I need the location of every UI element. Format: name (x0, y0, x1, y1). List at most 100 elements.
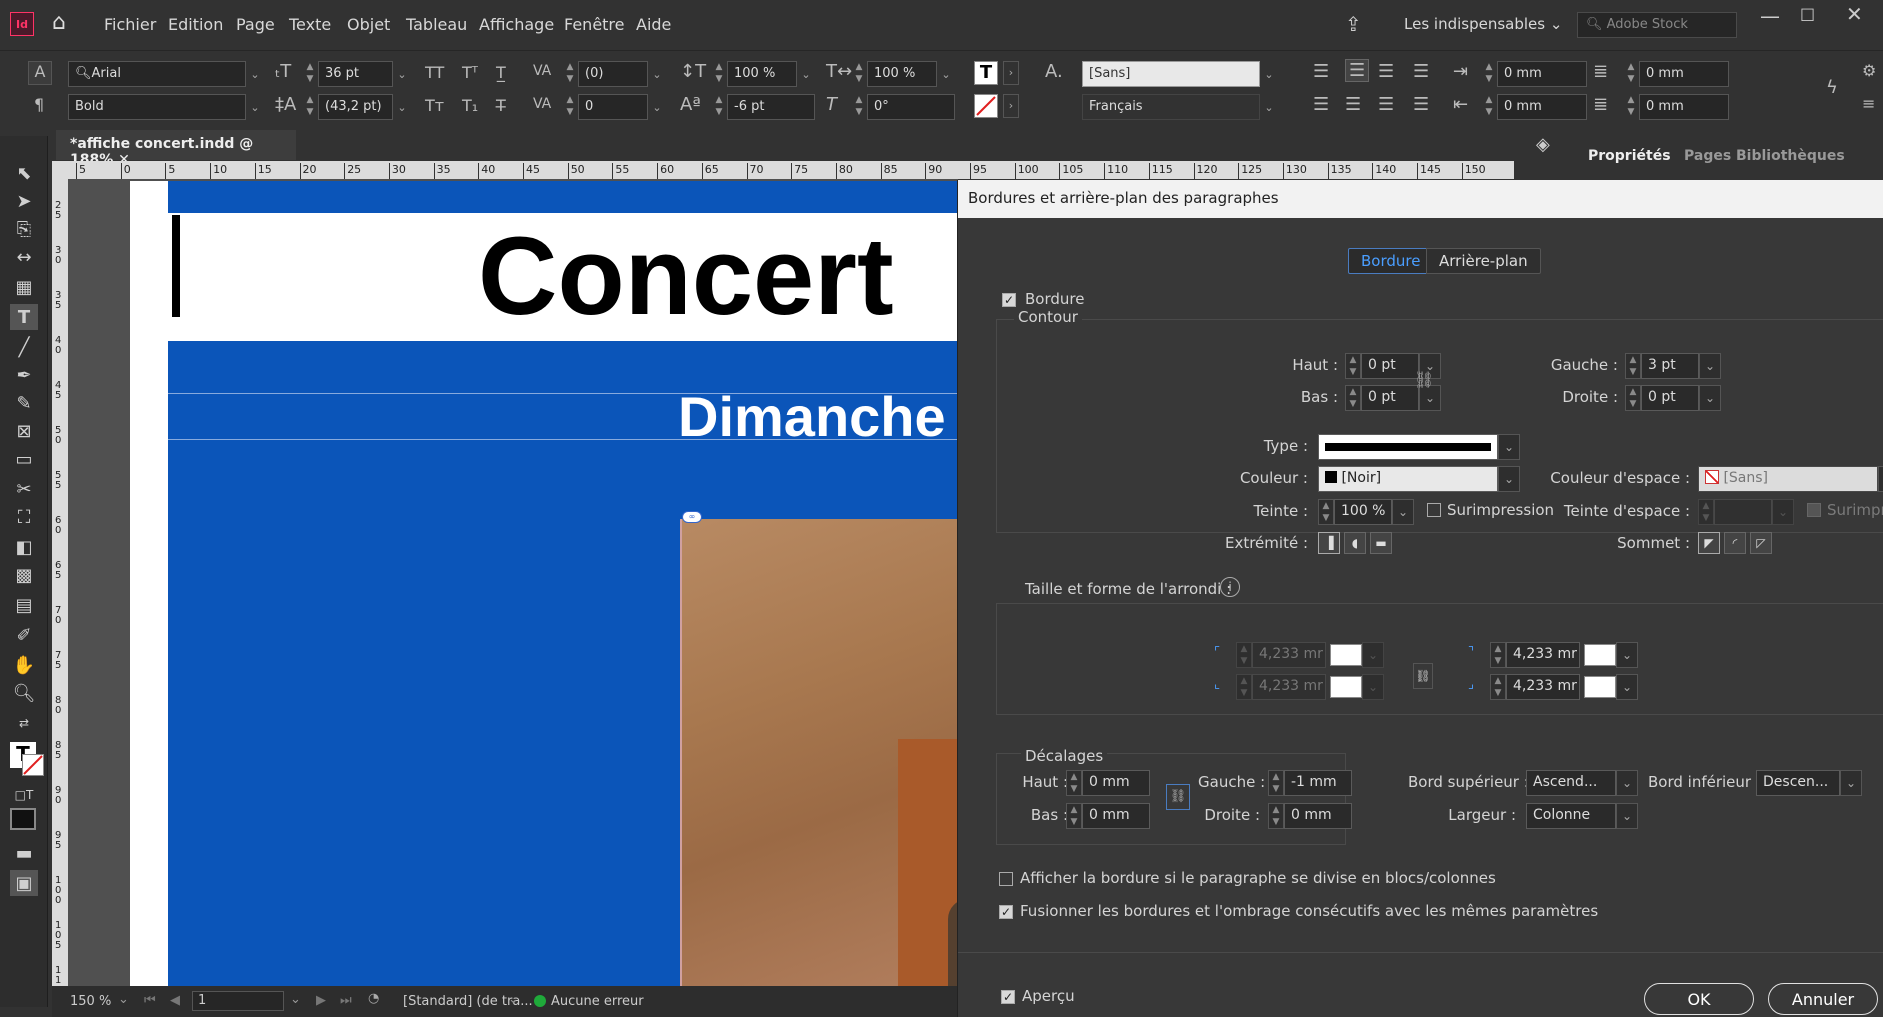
kerning-spinner[interactable]: ▲ ▼ (563, 61, 577, 87)
all-caps-icon[interactable]: TT (425, 63, 444, 82)
corner-tr-spinner[interactable]: ▲ ▼ (1490, 642, 1506, 668)
page-style-dropdown-icon[interactable]: ⌄ (508, 992, 519, 1007)
info-icon[interactable]: i (1220, 577, 1240, 597)
corner-tr-field[interactable]: 4,233 mr (1506, 642, 1580, 668)
round-cap-icon[interactable]: ◖ (1344, 532, 1366, 554)
para-format-icon[interactable]: ¶ (34, 95, 44, 114)
underline-icon[interactable]: T̲ (496, 63, 506, 82)
corner-tr-shape[interactable] (1584, 644, 1616, 666)
font-family-dropdown[interactable]: ⌄ (246, 61, 264, 87)
couleur-field[interactable]: [Noir] (1318, 466, 1498, 492)
corner-bl-spinner[interactable]: ▲ ▼ (1236, 674, 1252, 700)
baseline-field[interactable]: -6 pt (727, 94, 815, 120)
teinte-espace-field[interactable] (1714, 499, 1772, 525)
eyedropper-tool-icon[interactable]: ✐ (10, 622, 38, 648)
panel-menu-icon[interactable]: ≡ (1862, 94, 1875, 113)
corner-bl-field[interactable]: 4,233 mr (1252, 674, 1326, 700)
preflight-errors[interactable]: Aucune erreur (551, 994, 644, 1009)
leading-field[interactable]: (43,2 pt) (318, 94, 393, 120)
strikethrough-icon[interactable]: T̶ (496, 96, 506, 115)
bas-field[interactable]: 0 pt (1361, 385, 1419, 411)
first-line-spinner[interactable]: ▲ ▼ (1482, 94, 1496, 120)
gradient-feather-tool-icon[interactable]: ▩ (10, 562, 38, 588)
tracking-field[interactable]: 0 (578, 94, 648, 120)
vscale-dropdown[interactable]: ⌄ (937, 61, 955, 87)
poster-title[interactable]: Concert (478, 215, 894, 339)
selection-tool-icon[interactable]: ⬉ (10, 160, 38, 186)
direct-selection-tool-icon[interactable]: ➤ (10, 188, 38, 214)
hand-tool-icon[interactable]: ✋ (10, 652, 38, 678)
justify-left-icon[interactable]: ☰ (1313, 94, 1329, 115)
close-window-icon[interactable]: ✕ (1846, 2, 1878, 32)
align-towards-spine-icon[interactable]: ☰ (1413, 61, 1429, 82)
round-join-icon[interactable]: ◜ (1724, 532, 1746, 554)
apply-color-icon[interactable] (10, 808, 36, 830)
bas-spinner[interactable]: ▲ ▼ (1345, 385, 1361, 411)
dec-gauche-spinner[interactable]: ▲ ▼ (1268, 770, 1284, 796)
first-page-icon[interactable]: ⏮ (144, 993, 156, 1008)
dec-bas-field[interactable]: 0 mm (1082, 803, 1150, 829)
bord-inferieur-field[interactable]: Descen... (1756, 770, 1840, 796)
swap-fill-stroke-icon[interactable]: ⇄ (10, 710, 38, 736)
menu-texte[interactable]: Texte (289, 15, 331, 34)
last-line-field[interactable]: 0 mm (1639, 94, 1729, 120)
menu-fenetre[interactable]: Fenêtre (564, 15, 625, 34)
document-canvas[interactable]: Concert Dimanche ∞ (68, 179, 958, 986)
vertical-ruler[interactable]: 2 5 3 0 3 5 4 0 4 5 5 0 5 5 6 0 6 5 7 0 7 5 8 0 8 5 9… (52, 179, 68, 986)
layers-icon[interactable]: ◈ (1536, 134, 1550, 155)
char-format-icon[interactable]: A (28, 61, 52, 85)
bord-superieur-dropdown[interactable]: ⌄ (1616, 770, 1638, 796)
bordure-checkbox[interactable]: ✓ (1002, 293, 1016, 307)
menu-fichier[interactable]: Fichier (104, 15, 156, 34)
line-tool-icon[interactable]: ╱ (10, 334, 38, 360)
hscale-field[interactable]: 100 % (727, 61, 797, 87)
largeur-dropdown[interactable]: ⌄ (1616, 803, 1638, 829)
baseline-spinner[interactable]: ▲ ▼ (712, 94, 726, 120)
preflight-icon[interactable]: ◔ (368, 991, 379, 1006)
tracking-dropdown[interactable]: ⌄ (648, 94, 666, 120)
fill-color-icon[interactable]: T (974, 61, 998, 85)
justify-right-icon[interactable]: ☰ (1378, 94, 1394, 115)
dec-droite-field[interactable]: 0 mm (1284, 803, 1352, 829)
haut-spinner[interactable]: ▲ ▼ (1345, 353, 1361, 379)
pencil-tool-icon[interactable]: ✎ (10, 390, 38, 416)
teinte-espace-dropdown[interactable]: ⌄ (1772, 499, 1794, 525)
surimpression-checkbox[interactable] (1427, 503, 1441, 517)
teinte-dropdown[interactable]: ⌄ (1392, 499, 1414, 525)
stroke-menu-chevron-icon[interactable]: › (1003, 94, 1019, 118)
teinte-spinner[interactable]: ▲ ▼ (1318, 499, 1334, 525)
scissors-tool-icon[interactable]: ✂ (10, 476, 38, 502)
align-left-icon[interactable]: ☰ (1313, 61, 1329, 82)
vscale-field[interactable]: 100 % (867, 61, 937, 87)
stroke-swatch-icon[interactable] (22, 754, 44, 776)
prev-page-icon[interactable]: ◀ (170, 993, 180, 1008)
gear-icon[interactable]: ⚙ (1862, 61, 1876, 80)
couleur-dropdown[interactable]: ⌄ (1498, 466, 1520, 492)
corner-tr-dropdown[interactable]: ⌄ (1616, 642, 1638, 668)
fusionner-checkbox[interactable]: ✓ (999, 905, 1013, 919)
font-style-dropdown[interactable]: ⌄ (246, 94, 264, 120)
dec-haut-spinner[interactable]: ▲ ▼ (1066, 770, 1082, 796)
projecting-cap-icon[interactable]: ▬ (1370, 532, 1392, 554)
font-family-field[interactable]: 🔍︎Arial (68, 61, 246, 87)
note-tool-icon[interactable]: ▤ (10, 592, 38, 618)
left-indent-spinner[interactable]: ▲ ▼ (1482, 61, 1496, 87)
ok-button[interactable]: OK (1644, 983, 1754, 1015)
formatting-affects-icon[interactable]: □T (10, 782, 38, 808)
corner-tl-field[interactable]: 4,233 mr (1252, 642, 1326, 668)
droite-field[interactable]: 0 pt (1641, 385, 1699, 411)
vscale-spinner[interactable]: ▲ ▼ (712, 61, 726, 87)
dec-haut-field[interactable]: 0 mm (1082, 770, 1150, 796)
droite-spinner[interactable]: ▲ ▼ (1625, 385, 1641, 411)
surimpression-espace-checkbox[interactable] (1807, 503, 1821, 517)
zoom-level[interactable]: 150 % (70, 994, 111, 1009)
leading-dropdown[interactable]: ⌄ (393, 94, 411, 120)
zoom-tool-icon[interactable]: 🔍︎ (10, 680, 38, 706)
largeur-field[interactable]: Colonne (1526, 803, 1616, 829)
first-line-field[interactable]: 0 mm (1497, 94, 1587, 120)
tab-pages[interactable]: Pages (1684, 148, 1731, 164)
apercu-checkbox[interactable]: ✓ (1001, 990, 1015, 1004)
miter-join-icon[interactable]: ◤ (1698, 532, 1720, 554)
link-offsets-icon[interactable]: ⛓ (1166, 784, 1190, 810)
gradient-tool-icon[interactable]: ◧ (10, 534, 38, 560)
